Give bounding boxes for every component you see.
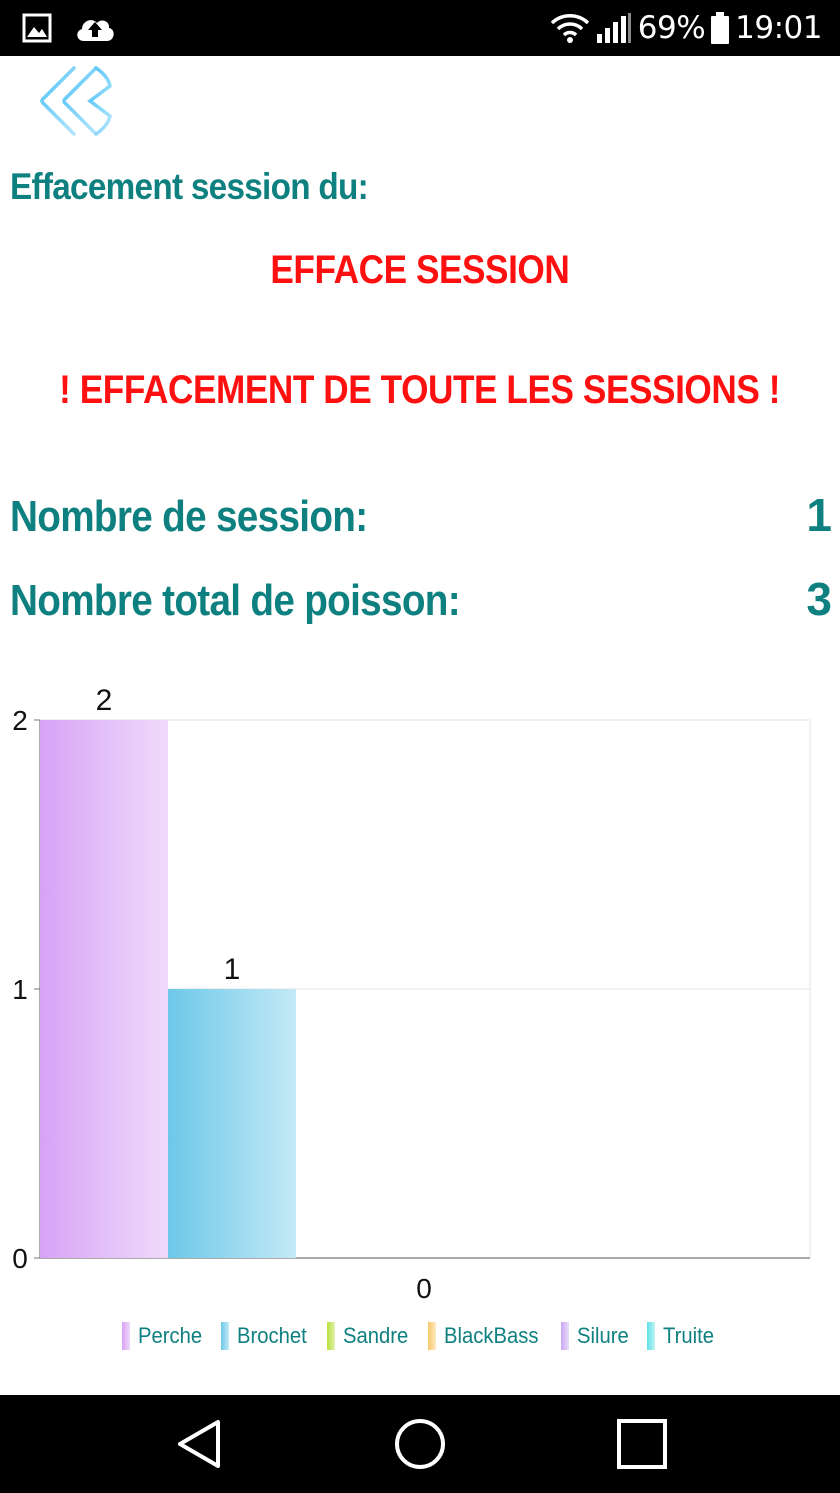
y-tick-label: 1 [12, 974, 28, 1005]
fish-total-row: Nombre total de poisson: 3 [10, 572, 832, 626]
legend-label: BlackBass [444, 1323, 539, 1348]
legend-swatch [121, 1322, 130, 1350]
double-chevron-left-icon [40, 66, 112, 136]
fish-total-label: Nombre total de poisson: [10, 576, 461, 625]
legend-swatch [327, 1322, 336, 1350]
legend-label: Brochet [237, 1323, 308, 1348]
home-circle-icon [395, 1419, 445, 1469]
back-triangle-icon [178, 1420, 220, 1468]
bar-perche [40, 720, 168, 1258]
y-tick-label: 2 [12, 705, 28, 736]
session-count-value: 1 [806, 489, 832, 541]
clock: 19:01 [735, 10, 822, 46]
recents-square-icon [617, 1419, 667, 1469]
legend-label: Silure [576, 1323, 629, 1348]
battery-icon [711, 12, 730, 44]
nav-back-button[interactable] [168, 1412, 232, 1476]
cloud-upload-icon [77, 20, 114, 41]
legend-item-truite: Truite [647, 1322, 718, 1350]
fish-total-value: 3 [806, 573, 832, 625]
status-bar: 69% 19:01 [0, 0, 840, 56]
legend-item-blackbass: BlackBass [428, 1322, 547, 1350]
bar-value-label: 2 [96, 684, 113, 717]
x-category-label: 0 [416, 1273, 432, 1300]
legend-label: Perche [137, 1323, 202, 1348]
legend-item-perche: Perche [121, 1322, 208, 1350]
legend-item-sandre: Sandre [327, 1322, 414, 1350]
session-count-row: Nombre de session: 1 [10, 488, 832, 542]
legend-item-silure: Silure [560, 1322, 633, 1350]
image-icon [22, 13, 52, 43]
y-tick-label: 0 [12, 1243, 28, 1274]
legend-swatch [221, 1322, 230, 1350]
wifi-icon [550, 14, 589, 43]
session-count-label: Nombre de session: [10, 492, 368, 541]
chart-legend: Perche Brochet Sandre BlackBass Silure Truite [0, 1322, 840, 1350]
navigation-bar [0, 1395, 840, 1493]
legend-swatch [560, 1322, 569, 1350]
legend-swatch [428, 1322, 437, 1350]
erase-all-sessions-button[interactable]: ! EFFACEMENT DE TOUTE LES SESSIONS ! [0, 368, 840, 413]
bar-brochet [168, 989, 296, 1258]
back-button[interactable] [34, 62, 120, 140]
legend-label: Truite [663, 1323, 715, 1348]
battery-percent: 69% [637, 10, 706, 46]
bar-value-label: 1 [224, 953, 241, 986]
status-left-icons [22, 10, 116, 46]
legend-item-brochet: Brochet [221, 1322, 313, 1350]
nav-recents-button[interactable] [610, 1412, 674, 1476]
legend-swatch [647, 1322, 656, 1350]
erase-session-button[interactable]: EFFACE SESSION [0, 248, 840, 293]
page-heading: Effacement session du: [10, 166, 369, 207]
erase-all-sessions-label: ! EFFACEMENT DE TOUTE LES SESSIONS ! [59, 368, 781, 412]
status-right-icons: 69% 19:01 [550, 6, 822, 50]
erase-session-label: EFFACE SESSION [270, 248, 570, 292]
catch-bar-chart: 0 1 2 2 1 0 [12, 684, 811, 1300]
legend-label: Sandre [343, 1323, 409, 1348]
signal-icon [596, 13, 631, 43]
nav-home-button[interactable] [388, 1412, 452, 1476]
